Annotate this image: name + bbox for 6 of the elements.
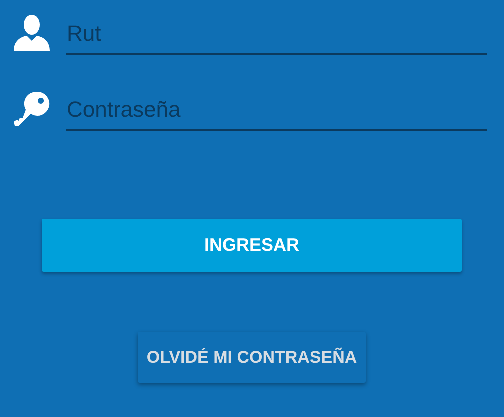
login-button[interactable]: INGRESAR [42, 219, 462, 272]
input-field[interactable]: Rut [66, 17, 487, 55]
forgot-password-button[interactable]: OLVIDÉ MI CONTRASEÑA [138, 332, 366, 383]
user-icon [13, 14, 51, 52]
input-field[interactable]: Contraseña [66, 93, 487, 131]
key-icon [13, 90, 51, 128]
